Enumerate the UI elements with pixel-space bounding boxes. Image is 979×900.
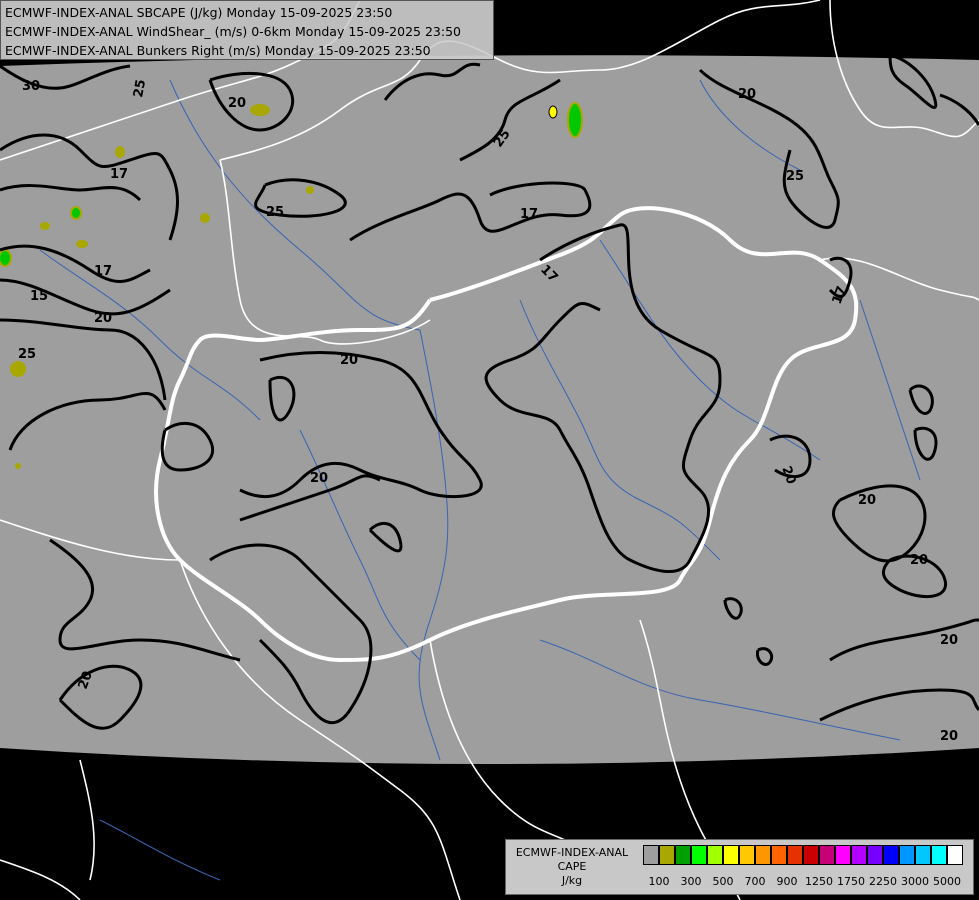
legend-title: ECMWF-INDEX-ANAL CAPE J/kg xyxy=(506,846,638,888)
legend-swatch xyxy=(691,845,707,865)
legend-unit: J/kg xyxy=(561,874,583,887)
legend-model: ECMWF-INDEX-ANAL xyxy=(515,846,629,859)
contour-label: 20 xyxy=(738,87,756,102)
legend-swatch xyxy=(931,845,947,865)
legend-swatch xyxy=(771,845,787,865)
contour-label: 20 xyxy=(940,633,958,648)
legend-swatch xyxy=(659,845,675,865)
legend-tick-label: 500 xyxy=(712,875,734,888)
legend-tick-label: 2250 xyxy=(869,875,897,888)
contour-label: 15 xyxy=(30,289,48,304)
legend-tick-label: 5000 xyxy=(933,875,961,888)
legend-swatch xyxy=(739,845,755,865)
legend-tick-label: 100 xyxy=(648,875,670,888)
legend-swatch xyxy=(947,845,963,865)
bunkers-title: ECMWF-INDEX-ANAL Bunkers Right (m/s) Mon… xyxy=(5,43,431,58)
legend-tick-label: 300 xyxy=(680,875,702,888)
legend-swatch xyxy=(803,845,819,865)
legend-swatch xyxy=(707,845,723,865)
contour-label: 20 xyxy=(310,471,328,486)
legend-swatch xyxy=(835,845,851,865)
legend-swatch xyxy=(643,845,659,865)
contour-label: 30 xyxy=(22,79,40,94)
legend-swatch xyxy=(899,845,915,865)
weather-map: 30 25 20 25 20 17 25 17 17 15 20 25 17 2… xyxy=(0,0,979,900)
contour-label: 20 xyxy=(858,493,876,508)
contour-label: 25 xyxy=(786,169,804,184)
contour-label: 20 xyxy=(340,353,358,368)
legend-tick-label: 1250 xyxy=(805,875,833,888)
contour-label: 17 xyxy=(520,207,538,222)
legend-swatch xyxy=(883,845,899,865)
legend-swatches xyxy=(643,845,963,865)
contour-label: 20 xyxy=(228,96,246,111)
legend-swatch xyxy=(851,845,867,865)
legend-swatch xyxy=(723,845,739,865)
contour-label: 17 xyxy=(94,264,112,279)
contour-label: 20 xyxy=(940,729,958,744)
legend-swatch xyxy=(867,845,883,865)
legend-swatch xyxy=(819,845,835,865)
legend-swatch xyxy=(675,845,691,865)
contour-label: 20 xyxy=(94,311,112,326)
legend-tick-label: 3000 xyxy=(901,875,929,888)
legend-tick-label: 700 xyxy=(744,875,766,888)
legend-swatch xyxy=(755,845,771,865)
sbcape-title: ECMWF-INDEX-ANAL SBCAPE (J/kg) Monday 15… xyxy=(5,5,393,20)
contour-label: 25 xyxy=(18,347,36,362)
legend-tick-label: 1750 xyxy=(837,875,865,888)
contour-label: 25 xyxy=(266,205,284,220)
legend-variable: CAPE xyxy=(557,860,587,873)
contour-label: 17 xyxy=(110,167,128,182)
map-title-panel: ECMWF-INDEX-ANAL SBCAPE (J/kg) Monday 15… xyxy=(0,0,494,60)
cape-legend: ECMWF-INDEX-ANAL CAPE J/kg 100 300 500 700 9… xyxy=(505,839,974,895)
legend-swatch xyxy=(787,845,803,865)
legend-swatch xyxy=(915,845,931,865)
contour-label: 25 xyxy=(131,78,149,98)
legend-tick-label: 900 xyxy=(776,875,798,888)
contour-label: 20 xyxy=(910,553,928,568)
windshear-title: ECMWF-INDEX-ANAL WindShear_ (m/s) 0-6km … xyxy=(5,24,461,39)
